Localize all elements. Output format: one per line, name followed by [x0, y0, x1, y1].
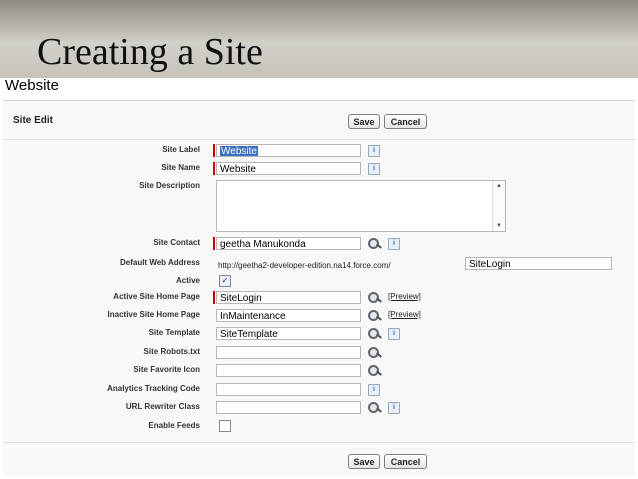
page-heading: Website [5, 77, 59, 94]
required-marker [213, 291, 215, 304]
site-description-label: Site Description [139, 181, 200, 190]
site-favicon-label: Site Favorite Icon [133, 365, 200, 374]
info-icon[interactable]: i [368, 384, 380, 396]
site-template-field[interactable]: SiteTemplate [216, 327, 361, 340]
site-label-label: Site Label [162, 145, 200, 154]
active-home-field[interactable]: SiteLogin [216, 291, 361, 304]
lookup-icon[interactable] [368, 365, 382, 377]
lookup-icon[interactable] [368, 310, 382, 322]
site-robots-field[interactable] [216, 346, 361, 359]
site-contact-label: Site Contact [153, 238, 200, 247]
preview-link[interactable]: [Preview] [388, 292, 421, 301]
site-label-value: Website [220, 146, 258, 157]
default-web-address-label: Default Web Address [119, 258, 200, 267]
site-robots-label: Site Robots.txt [143, 347, 200, 356]
inactive-home-field[interactable]: InMaintenance [216, 309, 361, 322]
required-marker [213, 144, 215, 157]
site-name-field[interactable]: Website [216, 162, 361, 175]
info-icon[interactable]: i [368, 163, 380, 175]
lookup-icon[interactable] [368, 402, 382, 414]
web-address-field[interactable]: SiteLogin [465, 257, 612, 270]
lookup-icon[interactable] [368, 238, 382, 250]
info-icon[interactable]: i [368, 145, 380, 157]
cancel-button-top[interactable]: Cancel [384, 114, 427, 129]
analytics-label: Analytics Tracking Code [107, 384, 200, 393]
active-label: Active [175, 276, 200, 285]
enable-feeds-label: Enable Feeds [148, 421, 200, 430]
analytics-field[interactable] [216, 383, 361, 396]
url-rewriter-field[interactable] [216, 401, 361, 414]
site-description-field[interactable]: ▲ ▼ [216, 180, 506, 232]
active-home-label: Active Site Home Page [113, 292, 200, 301]
preview-link[interactable]: [Preview] [388, 310, 421, 319]
scroll-up-icon[interactable]: ▲ [493, 183, 505, 189]
active-checkbox[interactable]: ✓ [219, 275, 231, 287]
web-address-prefix: http://geetha2-developer-edition.na14.fo… [218, 261, 391, 270]
inactive-home-label: Inactive Site Home Page [107, 310, 200, 319]
scroll-down-icon[interactable]: ▼ [493, 223, 505, 229]
lookup-icon[interactable] [368, 328, 382, 340]
required-marker [213, 237, 215, 250]
save-button-top[interactable]: Save [348, 114, 380, 129]
enable-feeds-checkbox[interactable] [219, 420, 231, 432]
required-marker [213, 162, 215, 175]
site-name-label: Site Name [161, 163, 200, 172]
textarea-scrollbar[interactable]: ▲ ▼ [492, 181, 505, 231]
info-icon[interactable]: i [388, 328, 400, 340]
site-contact-field[interactable]: geetha Manukonda [216, 237, 361, 250]
footer-divider [3, 442, 635, 443]
save-button-bottom[interactable]: Save [348, 454, 380, 469]
slide-title: Creating a Site [37, 31, 263, 73]
info-icon[interactable]: i [388, 238, 400, 250]
lookup-icon[interactable] [368, 292, 382, 304]
site-favicon-field[interactable] [216, 364, 361, 377]
info-icon[interactable]: i [388, 402, 400, 414]
panel-title: Site Edit [13, 115, 54, 126]
site-label-field[interactable]: Website [216, 144, 361, 157]
panel-header: Site Edit Save Cancel [3, 101, 635, 140]
cancel-button-bottom[interactable]: Cancel [384, 454, 427, 469]
url-rewriter-label: URL Rewriter Class [125, 402, 200, 411]
site-template-label: Site Template [148, 328, 200, 337]
lookup-icon[interactable] [368, 347, 382, 359]
